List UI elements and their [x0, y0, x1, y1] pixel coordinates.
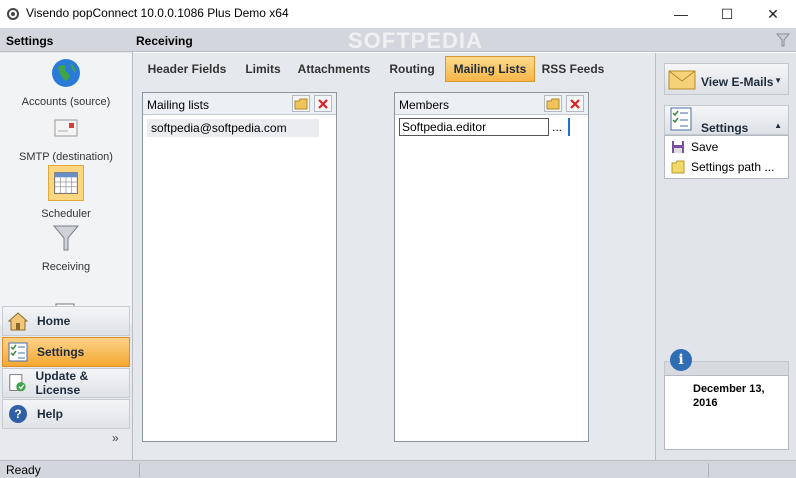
update-license-button[interactable]: Update & License [2, 368, 130, 398]
mailing-lists-panel: Mailing lists softpedia@softpedia.com [142, 92, 337, 442]
date-panel: December 13, 2016 [664, 375, 789, 450]
tab-attachments[interactable]: Attachments [295, 56, 373, 82]
delete-member-button[interactable] [566, 95, 584, 112]
checklist-icon [670, 107, 692, 131]
delete-x-icon [570, 98, 580, 109]
members-header: Members [395, 93, 588, 115]
home-icon [7, 312, 29, 331]
mailing-lists-content: Mailing lists softpedia@softpedia.com Me… [133, 83, 655, 460]
nav-label-scheduler: Scheduler [41, 208, 91, 220]
settings-menu: Save Settings path ... [664, 135, 789, 179]
delete-mailing-list-button[interactable] [314, 95, 332, 112]
nav-item-smtp[interactable]: SMTP (destination) [0, 112, 132, 163]
save-menu-item[interactable]: Save [671, 140, 718, 154]
save-icon [672, 141, 684, 153]
tab-routing[interactable]: Routing [383, 56, 441, 82]
update-license-label: Update & License [35, 369, 89, 397]
members-panel: Members Softpedia.editor ... [394, 92, 589, 442]
help-button[interactable]: ? Help [2, 399, 130, 429]
nav-item-accounts[interactable]: Accounts (source) [0, 57, 132, 108]
mailing-lists-header: Mailing lists [143, 93, 336, 115]
info-icon: i [670, 349, 692, 371]
status-bar: Ready [0, 460, 796, 478]
view-emails-button[interactable]: View E-Mails ▼ [664, 63, 789, 95]
nav-label-accounts: Accounts (source) [21, 96, 111, 108]
settings-section-label: Settings [701, 121, 749, 135]
calendar-icon [48, 165, 84, 201]
settings-path-menu-item[interactable]: Settings path ... [671, 160, 774, 174]
mailing-lists-title: Mailing lists [147, 98, 210, 112]
tab-header-fields[interactable]: Header Fields [145, 56, 229, 82]
receiving-header: Receiving SOFTPEDIA [133, 28, 796, 53]
collapse-arrow-icon: ▲ [774, 121, 782, 130]
view-emails-label: View E-Mails [701, 75, 774, 89]
close-button[interactable]: ✕ [750, 0, 796, 28]
home-button[interactable]: Home [2, 306, 130, 336]
receiving-title: Receiving [136, 34, 193, 48]
member-input[interactable]: Softpedia.editor [399, 118, 549, 136]
filter-icon[interactable] [776, 33, 790, 47]
mailing-list-item[interactable]: softpedia@softpedia.com [147, 119, 319, 137]
add-member-button[interactable] [544, 95, 562, 112]
folder-icon [671, 160, 685, 174]
tab-mailing-lists[interactable]: Mailing Lists [445, 56, 535, 82]
app-icon [7, 8, 19, 20]
status-divider [708, 463, 709, 477]
dropdown-arrow-icon: ▼ [774, 76, 782, 85]
expand-chevron-icon[interactable]: » [112, 431, 119, 445]
settings-section-header[interactable]: Settings ▲ [664, 105, 789, 135]
globe-icon [52, 59, 80, 87]
title-bar: Visendo popConnect 10.0.0.1086 Plus Demo… [0, 0, 796, 28]
settings-path-label: Settings path ... [691, 160, 775, 174]
folder-add-icon [294, 98, 308, 109]
member-browse-button[interactable]: ... [552, 120, 562, 134]
softpedia-watermark: SOFTPEDIA [348, 28, 483, 53]
text-cursor [568, 118, 570, 136]
funnel-icon [52, 225, 80, 251]
settings-nav-list: Accounts (source) SMTP (destination) Sch… [0, 53, 132, 325]
date-line-1: December 13, [693, 383, 765, 395]
checklist-icon [8, 342, 28, 362]
members-title: Members [399, 98, 450, 112]
nav-item-receiving[interactable]: Receiving [0, 222, 132, 273]
right-action-pane: View E-Mails ▼ Settings ▲ Save Settings … [655, 53, 796, 460]
status-divider [139, 463, 140, 477]
add-mailing-list-button[interactable] [292, 95, 310, 112]
maximize-button[interactable]: ☐ [704, 0, 750, 28]
tab-rss-feeds[interactable]: RSS Feeds [541, 56, 605, 82]
nav-item-scheduler[interactable]: Scheduler [0, 165, 132, 220]
delete-x-icon [318, 98, 328, 109]
left-pane-header: Settings [0, 28, 133, 52]
svg-text:?: ? [14, 407, 21, 421]
left-navigation-pane: Settings Accounts (source) SMTP (destina… [0, 28, 133, 460]
settings-button-label: Settings [37, 345, 85, 359]
settings-button[interactable]: Settings [2, 337, 130, 367]
minimize-button[interactable]: — [658, 0, 704, 28]
status-text: Ready [6, 463, 41, 477]
nav-label-smtp: SMTP (destination) [19, 151, 113, 163]
tab-limits[interactable]: Limits [237, 56, 289, 82]
nav-label-receiving: Receiving [41, 261, 91, 273]
window-title: Visendo popConnect 10.0.0.1086 Plus Demo… [26, 6, 289, 20]
tab-bar: Header Fields Limits Attachments Routing… [133, 53, 655, 83]
envelope-icon [668, 70, 696, 90]
update-icon [9, 374, 26, 392]
home-button-label: Home [37, 314, 71, 328]
help-icon: ? [9, 405, 27, 423]
save-menu-label: Save [691, 140, 719, 154]
help-button-label: Help [37, 407, 64, 421]
mail-card-icon [54, 119, 78, 137]
folder-add-icon [546, 98, 560, 109]
date-line-2: 2016 [693, 397, 718, 409]
